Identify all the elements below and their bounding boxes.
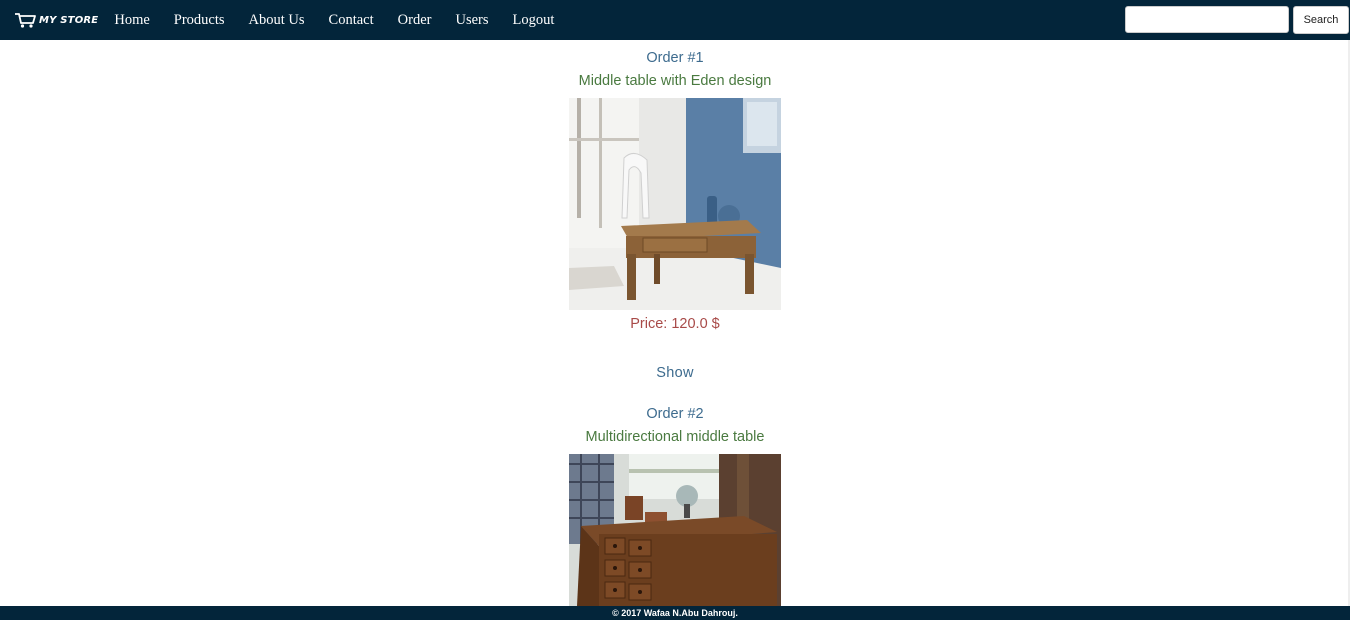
nav-link-contact[interactable]: Contact [329,12,374,29]
search-button[interactable]: Search [1293,6,1349,34]
order-number: Order #1 [646,50,704,66]
nav-links: Home Products About Us Contact Order Use… [114,12,578,29]
nav-link-products[interactable]: Products [174,12,225,29]
brand-name: MY STORE [39,14,99,26]
order-title: Multidirectional middle table [585,429,765,445]
order-price: Price: 120.0 $ [630,316,720,332]
search-input[interactable] [1125,6,1289,33]
page: MY STORE Home Products About Us Contact … [0,0,1350,622]
nav-link-about-us[interactable]: About Us [249,12,305,29]
product-image [569,98,781,310]
nav-link-order[interactable]: Order [398,12,432,29]
footer: © 2017 Wafaa N.Abu Dahrouj. [0,606,1350,620]
product-image [569,454,781,606]
navbar: MY STORE Home Products About Us Contact … [0,0,1350,40]
order-number: Order #2 [646,406,704,422]
order-title: Middle table with Eden design [578,73,772,89]
footer-copyright: © 2017 Wafaa N.Abu Dahrouj. [612,608,738,618]
show-link[interactable]: Show [0,365,1350,381]
nav-link-logout[interactable]: Logout [513,12,555,29]
nav-link-home[interactable]: Home [114,12,149,29]
nav-link-users[interactable]: Users [455,12,488,29]
brand-logo[interactable]: MY STORE [14,0,98,40]
shopping-cart-icon [15,13,36,28]
